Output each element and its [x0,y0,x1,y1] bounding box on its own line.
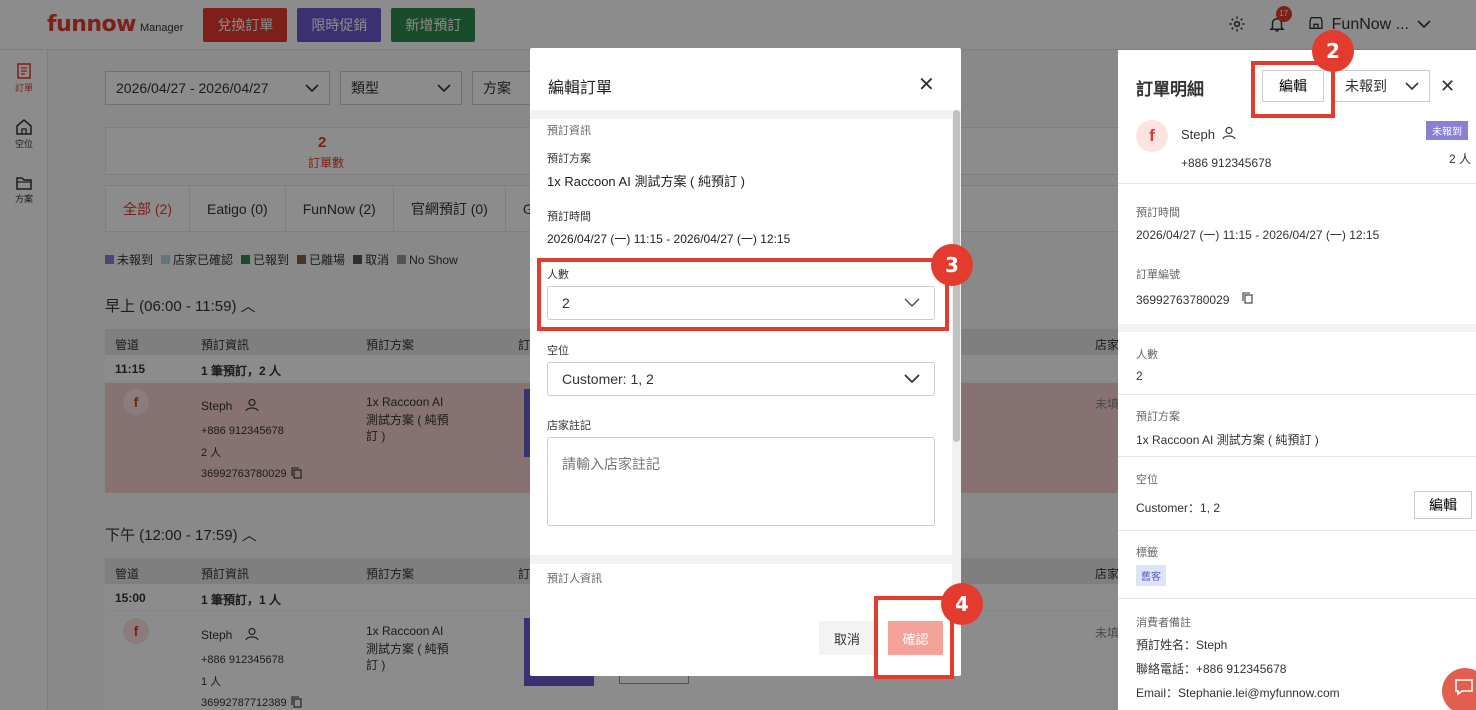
step-badge: 2 [1312,30,1354,72]
order-detail-panel: 訂單明細 編輯 未報到 ✕ f Steph +886 912345678 未報到… [1118,50,1476,710]
divider [1118,530,1476,531]
note-booker-phone: 聯絡電話：+886 912345678 [1136,662,1287,676]
highlight-people-field [537,258,949,331]
modal-scrollbar[interactable] [952,110,961,603]
store-note-input[interactable] [547,437,935,526]
people-value: 2 [1136,369,1143,383]
customer-tag: 舊客 [1136,565,1166,586]
tag-label: 標籤 [1136,547,1158,559]
chevron-down-icon [904,371,920,387]
booker-section-label: 預訂人資訊 [547,573,602,585]
close-icon[interactable]: ✕ [918,72,935,97]
seat-select[interactable]: Customer: 1, 2 [547,362,935,396]
copy-icon[interactable] [1242,292,1253,307]
detail-title: 訂單明細 [1136,80,1204,99]
plan-value: 1x Raccoon AI 測試方案 ( 純預訂 ) [547,174,745,189]
divider [1118,456,1476,457]
seat-label: 空位 [1136,474,1158,486]
customer-name: Steph [1181,127,1215,142]
checkin-status-select[interactable]: 未報到 [1334,70,1430,102]
cancel-button[interactable]: 取消 [819,621,875,655]
order-no-label: 訂單編號 [1136,269,1180,281]
time-value: 2026/04/27 (一) 11:15 - 2026/04/27 (一) 12… [547,232,791,246]
edit-seat-button[interactable]: 編輯 [1414,491,1472,519]
section-band [530,110,952,119]
party-size: 2 人 [1449,152,1472,166]
customer-phone: +886 912345678 [1181,156,1272,170]
divider [1118,324,1476,332]
divider [1118,394,1476,395]
chat-icon [1454,678,1474,699]
seat-value: Customer：1, 2 [1136,501,1221,515]
note-booker-name: 預訂姓名：Steph [1136,638,1228,652]
time-label: 預訂時間 [547,211,591,223]
step-badge: 4 [941,583,983,625]
status-badge: 未報到 [1426,121,1468,140]
note-booker-email: Email：Stephanie.lei@myfunnow.com [1136,686,1340,700]
time-label: 預訂時間 [1136,207,1180,219]
divider [1118,183,1476,184]
seat-value: Customer: 1, 2 [562,371,654,387]
customer-note-label: 消費者備註 [1136,617,1191,629]
section-band [530,555,952,564]
close-icon[interactable]: ✕ [1440,76,1455,97]
edit-order-modal: 編輯訂單 ✕ 預訂資訊 預訂方案 1x Raccoon AI 測試方案 ( 純預… [530,48,961,676]
people-label: 人數 [1136,349,1158,361]
plan-value: 1x Raccoon AI 測試方案 ( 純預訂 ) [1136,433,1319,447]
modal-body: 預訂資訊 預訂方案 1x Raccoon AI 測試方案 ( 純預訂 ) 預訂時… [530,110,961,603]
order-no-value: 36992763780029 [1136,293,1230,307]
user-icon [1222,126,1236,143]
modal-header: 編輯訂單 ✕ [530,48,961,110]
step-badge: 3 [931,244,973,286]
divider [1118,598,1476,599]
seat-label: 空位 [547,345,569,357]
checkin-status-value: 未報到 [1345,78,1387,94]
chevron-down-icon [1405,78,1419,94]
plan-label: 預訂方案 [547,153,591,165]
plan-label: 預訂方案 [1136,411,1180,423]
facebook-icon: f [1136,120,1168,152]
modal-title: 編輯訂單 [548,80,613,97]
store-note-label: 店家註記 [547,420,591,432]
time-value: 2026/04/27 (一) 11:15 - 2026/04/27 (一) 12… [1136,228,1380,242]
booking-section-label: 預訂資訊 [547,125,591,137]
